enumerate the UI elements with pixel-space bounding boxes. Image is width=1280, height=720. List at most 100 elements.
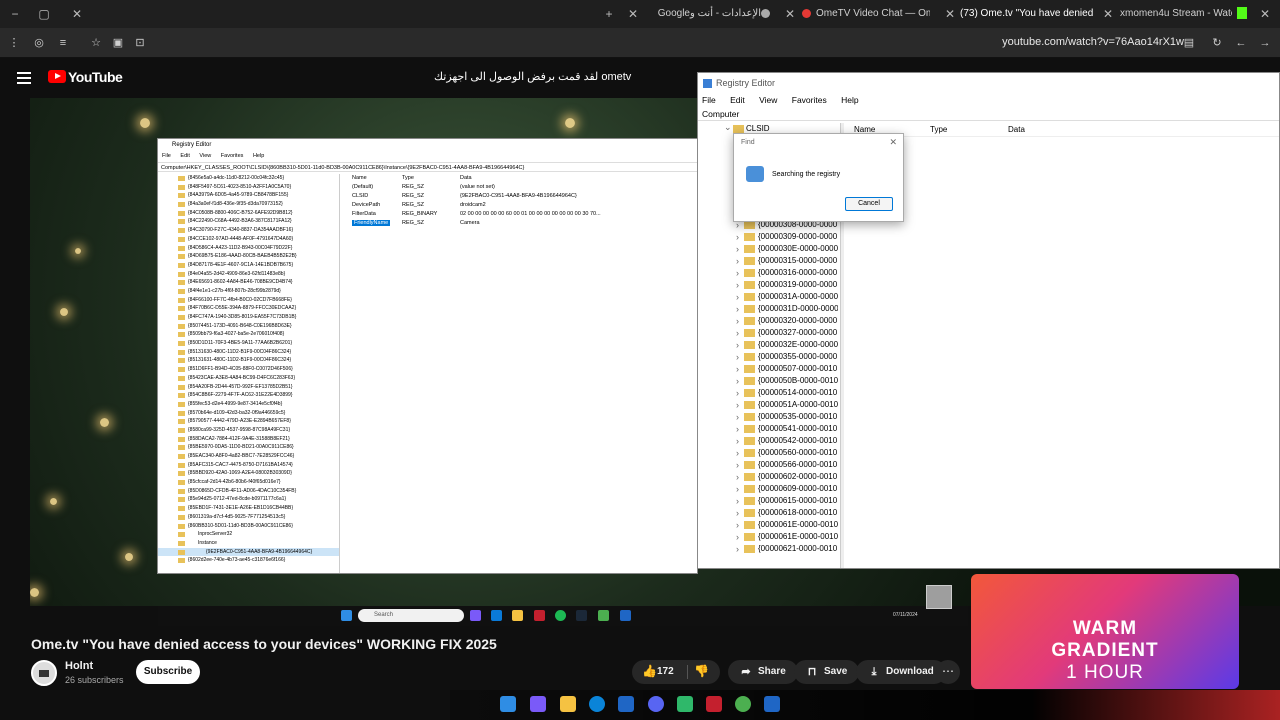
cancel-button[interactable]: Cancel xyxy=(845,197,893,211)
tree-key[interactable]: {84E65691-8602-4A84-BE46-708BE9CD4B74} xyxy=(158,278,339,287)
url-field[interactable]: youtube.com/watch?v=76Aao14rX1w xyxy=(1002,36,1184,48)
tree-key[interactable]: {00000316-0000-0000 xyxy=(698,267,838,279)
value-row[interactable]: CLSID REG_SZ {9E2FBAC0-C951-4AA8-BFA9-4B19… xyxy=(344,192,697,201)
menu-dots-icon[interactable]: ⋮ xyxy=(6,35,22,51)
tree-key[interactable]: {85cfccaf-2d14-42b6-80b6-f40f65d016e7} xyxy=(158,478,339,487)
value-list[interactable]: Name Type Data (Default) REG_SZ (value not… xyxy=(344,174,697,573)
menu-favorites[interactable]: Favorites xyxy=(221,153,244,159)
tree-key[interactable]: {00000618-0000-0010 xyxy=(698,507,838,519)
tree-key[interactable]: {8601319a-d7cf-4d5-9025-7F771254513c5} xyxy=(158,513,339,522)
value-row[interactable]: FilterData REG_BINARY 02 00 00 00 00 00 60… xyxy=(344,210,697,219)
value-row[interactable]: DevicePath REG_SZ droidcam2 xyxy=(344,201,697,210)
tree-key[interactable]: {85790577-4442-479D-A23E-E2894B657EF8} xyxy=(158,417,339,426)
tree-key[interactable]: {00000514-0000-0010 xyxy=(698,387,838,399)
tree-key[interactable]: {84F66100-FF7C-4fb4-B0C0-02CD7FB668FE} xyxy=(158,296,339,305)
address-path[interactable]: Computer xyxy=(698,108,1279,121)
tree-key[interactable]: {84C0508B-8800-406C-B752-6AFE92D9B812} xyxy=(158,209,339,218)
tab-youtube-active[interactable]: (73) Ome.tv "You have denied a xyxy=(960,4,1095,24)
translate-icon[interactable]: ▤ xyxy=(1181,35,1197,51)
discord-icon[interactable] xyxy=(648,696,664,712)
tree-key[interactable]: {84F70B6C-D55E-394A-8879-FFCC30EDCAA2} xyxy=(158,304,339,313)
dislike-thumb-icon[interactable]: 👎 xyxy=(694,664,709,678)
download-button[interactable]: ⤓ Download xyxy=(856,660,946,684)
tree-key[interactable]: {00000615-0000-0010 xyxy=(698,495,838,507)
tree-key[interactable]: {85131631-480C-11D2-B1F9-00C04F86C324} xyxy=(158,356,339,365)
youtube-logo-icon[interactable] xyxy=(48,70,66,83)
channel-name[interactable]: Holnt xyxy=(65,660,93,672)
close-tab-icon[interactable]: ✕ xyxy=(940,4,960,24)
tree-key[interactable]: {0000031A-0000-0000 xyxy=(698,291,838,303)
tree-key[interactable]: {0000051A-0000-0010 xyxy=(698,399,838,411)
menu-help[interactable]: Help xyxy=(841,95,858,105)
tree-key[interactable]: {85BBD920-42A0-1069-A2E4-08002B30309D} xyxy=(158,469,339,478)
regedit-icon[interactable] xyxy=(764,696,780,712)
chrome-icon[interactable] xyxy=(735,696,751,712)
tree-key[interactable]: {84C22490-C68A-4492-B3A6-387C8171FA12} xyxy=(158,217,339,226)
store-icon[interactable] xyxy=(618,696,634,712)
tree-key[interactable]: {00000320-0000-0000 xyxy=(698,315,838,327)
menu-file[interactable]: File xyxy=(702,95,716,105)
save-button[interactable]: ⊓ Save xyxy=(794,660,860,684)
tree-key[interactable]: {84A3979A-6D05-4a45-9789-CB8478BF155} xyxy=(158,191,339,200)
tree-key[interactable]: {00000315-0000-0000 xyxy=(698,255,838,267)
tree-key[interactable]: {00000542-0000-0010 xyxy=(698,435,838,447)
tree-key[interactable]: {8580ca99-325D-4537-9598-87C98A49FC31} xyxy=(158,426,339,435)
tree-key[interactable]: {84C30790-F27C-4340-8837-DA354AADBF16} xyxy=(158,226,339,235)
tree-key[interactable]: {00000507-0000-0010 xyxy=(698,363,838,375)
back-icon[interactable]: → xyxy=(1257,35,1273,51)
restore-icon[interactable]: ▢ xyxy=(34,4,54,24)
close-tab-icon[interactable]: ✕ xyxy=(780,4,800,24)
tree-key[interactable]: {860BB310-5D01-11d0-BD3B-00A0C911CE86} xyxy=(158,522,339,531)
value-row[interactable]: FriendlyName REG_SZ Camera xyxy=(344,219,697,228)
hamburger-menu-icon[interactable] xyxy=(17,72,31,84)
tree-key[interactable]: {00000602-0000-0010 xyxy=(698,471,838,483)
edge-icon[interactable] xyxy=(589,696,605,712)
tree-key[interactable]: {00000355-0000-0000 xyxy=(698,351,838,363)
registry-editor-small[interactable]: Registry Editor File Edit View Favorites… xyxy=(157,138,698,574)
menu-view[interactable]: View xyxy=(759,95,777,105)
tree-key[interactable]: {00000535-0000-0010 xyxy=(698,411,838,423)
end-screen-card[interactable]: WARM GRADIENT 1 HOUR xyxy=(971,574,1239,689)
new-tab-icon[interactable]: + xyxy=(599,4,619,24)
tree-key[interactable]: {85423CAE-A3E8-4A84-BC99-D4FC6C283F63} xyxy=(158,374,339,383)
tree-key[interactable]: {0000032E-0000-0000 xyxy=(698,339,838,351)
tab-ometv[interactable]: OmeTV Video Chat — Ome xyxy=(802,4,930,24)
header-type[interactable]: Type xyxy=(930,123,947,137)
share-button[interactable]: ➦ Share xyxy=(728,660,798,684)
tree-key[interactable]: {00000566-0000-0010 xyxy=(698,459,838,471)
screenshot-icon[interactable]: ⊡ xyxy=(132,35,148,51)
header-data[interactable]: Data xyxy=(1008,123,1025,137)
extensions-icon[interactable]: ▣ xyxy=(110,35,126,51)
tree-key[interactable]: {85131630-480C-11D2-B1F9-00C04F86C324} xyxy=(158,348,339,357)
tree-key[interactable]: {00000309-0000-0000 xyxy=(698,231,838,243)
windows-start-icon[interactable] xyxy=(500,696,516,712)
tree-key[interactable]: {84D586C4-A423-11D2-B943-00C04F79D22F} xyxy=(158,244,339,253)
forward-icon[interactable]: ← xyxy=(1233,35,1249,51)
sidebar-icon[interactable]: ≡ xyxy=(55,35,71,51)
like-count[interactable]: 172 xyxy=(657,666,674,677)
tree-key[interactable]: {00000319-0000-0000 xyxy=(698,279,838,291)
tree-key[interactable]: InprocServer32 xyxy=(158,530,339,539)
tree-key[interactable]: {8602d2ee-740e-4b73-ae45-c31876e6f166} xyxy=(158,556,339,565)
copilot-icon[interactable] xyxy=(530,696,546,712)
tree-key[interactable]: {854A20FB-2D44-457D-992F-EF13785D2B51} xyxy=(158,383,339,392)
menu-help[interactable]: Help xyxy=(253,153,264,159)
tree-key[interactable]: {8456e5a0-a4dc-11d0-8212-00c04fc32c45} xyxy=(158,174,339,183)
tree-key[interactable]: {85D0865D-CFDB-4F11-AD06-4DAC10C354FB} xyxy=(158,487,339,496)
tree-key[interactable]: {85e94d25-0712-47ed-8cde-b0971177c6a1} xyxy=(158,495,339,504)
menu-edit[interactable]: Edit xyxy=(730,95,745,105)
header-data[interactable]: Data xyxy=(460,174,472,183)
tree-key[interactable]: {85074451-173D-4091-B648-C0E196B8D63E} xyxy=(158,322,339,331)
address-path[interactable]: Computer\HKEY_CLASSES_ROOT\CLSID\{860BB3… xyxy=(158,162,697,172)
tree-key[interactable]: {9E2FBAC0-C951-4AA8-BFA9-4B196644964C} xyxy=(158,547,339,557)
close-tab-icon[interactable]: ✕ xyxy=(1255,4,1275,24)
value-list[interactable]: Name Type Data xyxy=(848,123,1279,568)
key-tree[interactable]: {8456e5a0-a4dc-11d0-8212-00c04fc32c45} {8… xyxy=(158,174,340,573)
tree-key[interactable]: {00000541-0000-0010 xyxy=(698,423,838,435)
channel-avatar[interactable] xyxy=(31,660,57,686)
tree-key[interactable]: {85BE5970-0DA5-11D0-BD21-00A0C911CE86} xyxy=(158,443,339,452)
tree-key[interactable]: {0000050B-0000-0010 xyxy=(698,375,838,387)
menu-favorites[interactable]: Favorites xyxy=(792,95,827,105)
tree-key[interactable]: {0000030E-0000-0000 xyxy=(698,243,838,255)
xbox-icon[interactable] xyxy=(677,696,693,712)
